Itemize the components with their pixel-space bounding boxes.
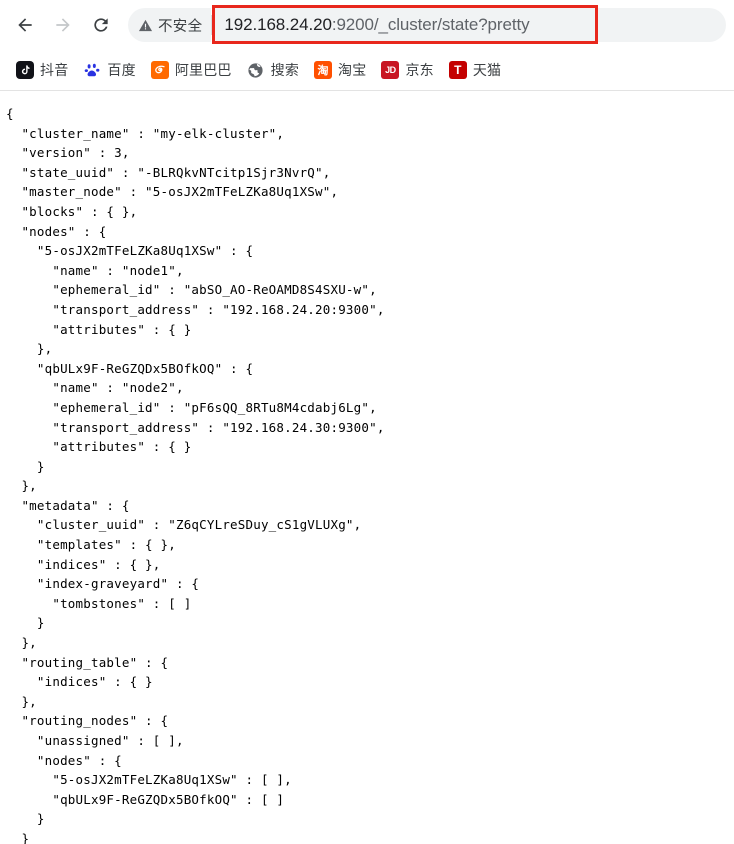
page-content: { "cluster_name" : "my-elk-cluster", "ve… bbox=[0, 92, 734, 844]
bookmark-label: 百度 bbox=[107, 62, 136, 78]
jd-glyph: JD bbox=[385, 65, 396, 75]
bookmark-label: 阿里巴巴 bbox=[174, 62, 232, 78]
browser-toolbar: 不安全 192.168.24.20:9200/_cluster/state?pr… bbox=[0, 0, 734, 50]
json-response-body: { "cluster_name" : "my-elk-cluster", "ve… bbox=[6, 106, 385, 844]
bookmark-alibaba[interactable]: 阿里巴巴 bbox=[145, 57, 241, 83]
bookmark-label: 京东 bbox=[405, 62, 434, 78]
security-status-chip[interactable]: 不安全 bbox=[128, 8, 212, 42]
music-note-glyph bbox=[21, 65, 30, 75]
forward-button[interactable] bbox=[46, 8, 80, 42]
url-host: 192.168.24.20 bbox=[224, 15, 332, 34]
warning-triangle-icon bbox=[138, 19, 153, 31]
alibaba-glyph bbox=[154, 65, 165, 74]
bookmark-jd[interactable]: JD 京东 bbox=[375, 57, 442, 83]
reload-button[interactable] bbox=[84, 8, 118, 42]
bookmark-baidu[interactable]: 百度 bbox=[77, 57, 144, 83]
taobao-glyph: 淘 bbox=[317, 65, 329, 77]
url-path: :9200/_cluster/state?pretty bbox=[331, 15, 530, 34]
paw-glyph bbox=[84, 63, 100, 76]
baidu-icon bbox=[83, 61, 102, 79]
alibaba-icon bbox=[150, 61, 169, 79]
url-text: 192.168.24.20:9200/_cluster/state?pretty bbox=[224, 15, 529, 35]
bookmark-douyin[interactable]: 抖音 bbox=[10, 57, 77, 83]
globe-icon bbox=[247, 61, 265, 79]
arrow-left-icon bbox=[18, 18, 32, 32]
url-bar[interactable]: 192.168.24.20:9200/_cluster/state?pretty bbox=[212, 8, 726, 42]
jd-icon: JD bbox=[381, 61, 400, 79]
bookmarks-bar: 抖音 百度 阿里巴巴 搜索 淘 淘宝 JD 京东 T 天猫 bbox=[0, 50, 734, 91]
browser-chrome: 不安全 192.168.24.20:9200/_cluster/state?pr… bbox=[0, 0, 734, 91]
reload-icon bbox=[94, 18, 108, 32]
globe-glyph bbox=[248, 62, 263, 78]
taobao-icon: 淘 bbox=[314, 61, 333, 79]
bookmark-label: 搜索 bbox=[270, 62, 300, 78]
bookmark-label: 天猫 bbox=[472, 62, 502, 78]
tmall-glyph: T bbox=[454, 63, 462, 77]
douyin-icon bbox=[16, 61, 34, 79]
back-button[interactable] bbox=[8, 8, 42, 42]
bookmark-label: 淘宝 bbox=[338, 62, 367, 78]
arrow-right-icon bbox=[56, 18, 70, 32]
bookmark-search[interactable]: 搜索 bbox=[241, 57, 308, 83]
bookmark-taobao[interactable]: 淘 淘宝 bbox=[308, 57, 375, 83]
tmall-icon: T bbox=[448, 61, 467, 79]
omnibox[interactable]: 不安全 192.168.24.20:9200/_cluster/state?pr… bbox=[128, 8, 726, 42]
bookmark-label: 抖音 bbox=[40, 62, 69, 78]
bookmark-tmall[interactable]: T 天猫 bbox=[443, 57, 510, 83]
security-status-label: 不安全 bbox=[158, 18, 203, 35]
